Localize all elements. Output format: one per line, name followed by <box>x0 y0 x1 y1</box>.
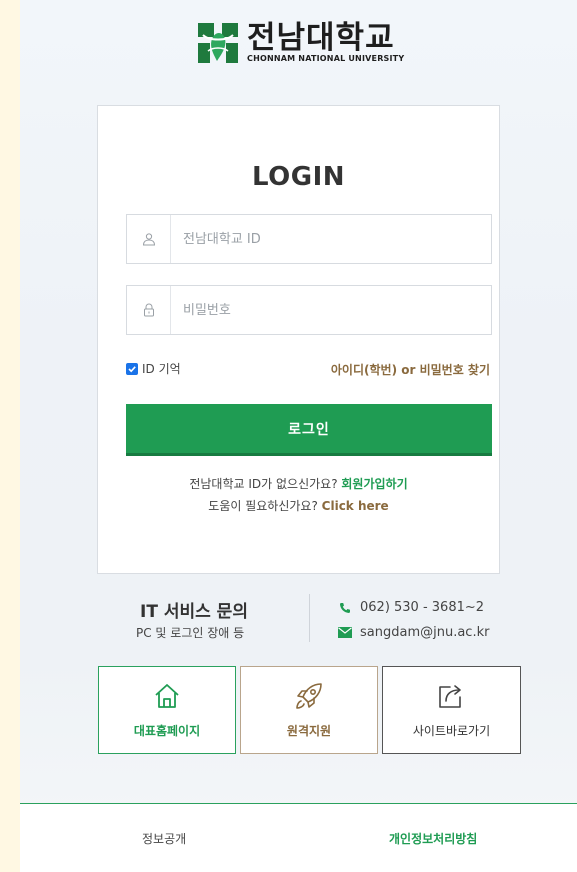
help-link[interactable]: Click here <box>322 499 389 513</box>
external-link-icon <box>438 678 466 714</box>
id-input[interactable] <box>171 215 491 263</box>
site-shortcut-label: 사이트바로가기 <box>412 724 491 738</box>
checkbox-checked-icon[interactable] <box>126 362 138 375</box>
user-icon <box>127 215 171 263</box>
homepage-link-label: 대표홈페이지 <box>133 724 201 738</box>
mail-icon <box>338 627 352 638</box>
logo-korean-name: 전남대학교 <box>247 20 395 56</box>
lock-icon <box>127 286 171 334</box>
contact-email: sangdam@jnu.ac.kr <box>338 625 489 640</box>
signup-prompt: 전남대학교 ID가 없으신가요? 회원가입하기 <box>98 475 499 492</box>
university-emblem-icon <box>198 23 238 63</box>
divider <box>309 594 310 642</box>
privacy-policy-link[interactable]: 개인정보처리방침 <box>389 830 477 847</box>
it-service-title: IT 서비스 문의 <box>140 602 248 622</box>
homepage-link-button[interactable]: 대표홈페이지 <box>98 666 236 754</box>
university-logo[interactable]: 전남대학교 CHONNAM NATIONAL UNIVERSITY <box>197 20 404 66</box>
signup-link[interactable]: 회원가입하기 <box>341 477 407 491</box>
rocket-icon <box>293 678 325 714</box>
it-service-subtitle: PC 및 로그인 장애 등 <box>136 626 245 640</box>
password-input[interactable] <box>171 286 491 334</box>
remote-support-label: 원격지원 <box>286 724 332 738</box>
logo-english-name: CHONNAM NATIONAL UNIVERSITY <box>247 54 405 63</box>
public-information-link[interactable]: 정보공개 <box>142 830 186 847</box>
phone-icon <box>338 602 352 614</box>
site-shortcut-button[interactable]: 사이트바로가기 <box>382 666 521 754</box>
footer: 정보공개 개인정보처리방침 <box>20 803 577 872</box>
password-field[interactable] <box>126 285 492 335</box>
home-icon <box>154 678 180 714</box>
login-button[interactable]: 로그인 <box>126 404 492 456</box>
login-card: LOGIN ID 기 <box>97 105 500 574</box>
id-field[interactable] <box>126 214 492 264</box>
remember-id-label: ID 기억 <box>142 362 181 376</box>
remember-id-checkbox[interactable]: ID 기억 <box>126 360 181 377</box>
signup-prompt-text: 전남대학교 ID가 없으신가요? <box>189 477 338 491</box>
contact-phone: 062) 530 - 3681~2 <box>338 600 484 615</box>
login-title: LOGIN <box>251 162 346 192</box>
login-page: 전남대학교 CHONNAM NATIONAL UNIVERSITY LOGIN <box>20 0 577 872</box>
help-prompt-text: 도움이 필요하신가요? <box>208 499 318 513</box>
help-prompt: 도움이 필요하신가요? Click here <box>98 497 499 514</box>
phone-number: 062) 530 - 3681~2 <box>360 600 485 615</box>
find-id-password-link[interactable]: 아이디(학번) or 비밀번호 찾기 <box>331 361 490 378</box>
email-address: sangdam@jnu.ac.kr <box>360 625 490 640</box>
remote-support-button[interactable]: 원격지원 <box>240 666 378 754</box>
